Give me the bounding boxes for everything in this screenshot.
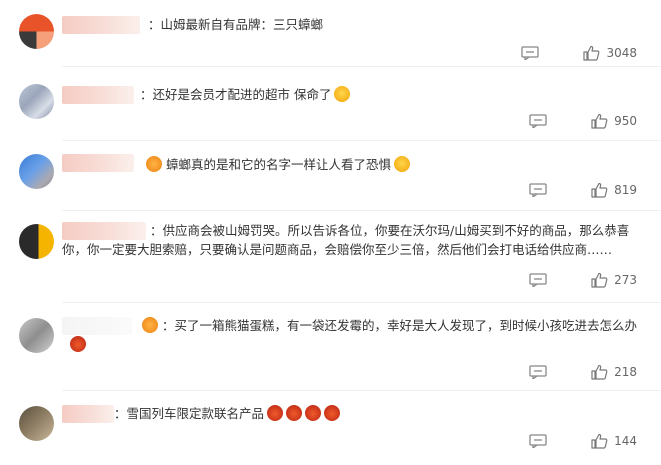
divider <box>62 302 661 303</box>
fire-emoji <box>267 405 284 421</box>
divider <box>62 140 661 141</box>
like-button[interactable]: 950 <box>591 113 637 129</box>
thumbs-up-icon <box>583 45 600 61</box>
comment-text: ：还好是会员才配进的超市 保命了 <box>140 85 637 104</box>
comment-item: ：山姆最新自有品牌：三只蟑螂 3048 <box>0 12 661 68</box>
avatar[interactable] <box>19 406 54 441</box>
username-blurred[interactable] <box>62 16 140 34</box>
thumbs-up-icon <box>591 272 608 288</box>
comment-item: 蟑螂真的是和它的名字一样让人看了恐惧 819 <box>0 152 661 211</box>
avatar[interactable] <box>19 224 54 259</box>
username-blurred[interactable] <box>62 405 114 423</box>
comment-list: ：山姆最新自有品牌：三只蟑螂 3048 ：还好是会员才配进的超市 保命了 950… <box>0 0 661 465</box>
comment-item: ：买了一箱熊猫蛋糕，有一袋还发霉的，幸好是大人发现了，到时候小孩吃进去怎么办 2… <box>0 314 661 391</box>
comment-text: ：供应商会被山姆罚哭。所以告诉各位，你要在沃尔玛/山姆买到不好的商品，那么恭喜你… <box>62 223 630 257</box>
avatar[interactable] <box>19 318 54 353</box>
comment-icon[interactable] <box>529 183 547 197</box>
comment-actions: 144 <box>529 431 637 451</box>
divider <box>62 210 661 211</box>
angry-emoji <box>70 336 86 352</box>
comment-actions: 950 <box>529 111 637 131</box>
comment-icon[interactable] <box>529 114 547 128</box>
cry-emoji <box>334 86 351 102</box>
like-button[interactable]: 3048 <box>583 45 637 61</box>
avatar[interactable] <box>19 84 54 119</box>
thumbs-up-icon <box>591 113 608 129</box>
comment-item: ：还好是会员才配进的超市 保命了 950 <box>0 82 661 142</box>
fire-emoji <box>305 405 322 421</box>
comment-actions: 273 <box>529 270 637 290</box>
fire-emoji <box>286 405 303 421</box>
like-button[interactable]: 218 <box>591 364 637 380</box>
comment-item: ：雪国列车限定款联名产品 144 <box>0 402 661 462</box>
comment-icon[interactable] <box>521 46 540 60</box>
username-blurred[interactable] <box>62 317 132 335</box>
divider <box>62 66 661 67</box>
badge-icon <box>142 317 158 333</box>
comment-actions: 819 <box>529 180 637 200</box>
like-count: 144 <box>614 434 637 448</box>
comment-actions: 218 <box>529 362 637 382</box>
thumbs-up-icon <box>591 433 608 449</box>
like-button[interactable]: 273 <box>591 272 637 288</box>
like-count: 3048 <box>606 46 637 60</box>
like-button[interactable]: 144 <box>591 433 637 449</box>
thumbs-up-icon <box>591 182 608 198</box>
like-count: 273 <box>614 273 637 287</box>
like-count: 819 <box>614 183 637 197</box>
comment-icon[interactable] <box>529 434 547 448</box>
comment-text: 蟑螂真的是和它的名字一样让人看了恐惧 <box>146 155 637 174</box>
comment-actions: 3048 <box>521 43 637 63</box>
comment-text: ：雪国列车限定款联名产品 <box>114 404 637 423</box>
like-count: 950 <box>614 114 637 128</box>
comment-item: ：供应商会被山姆罚哭。所以告诉各位，你要在沃尔玛/山姆买到不好的商品，那么恭喜你… <box>0 222 661 303</box>
avatar[interactable] <box>19 154 54 189</box>
comment-text: ：山姆最新自有品牌：三只蟑螂 <box>148 17 324 32</box>
username-blurred[interactable] <box>62 86 134 104</box>
thumbs-up-icon <box>591 364 608 380</box>
cry-emoji <box>394 156 411 172</box>
username-blurred[interactable] <box>62 154 134 172</box>
like-button[interactable]: 819 <box>591 182 637 198</box>
comment-icon[interactable] <box>529 273 547 287</box>
like-count: 218 <box>614 365 637 379</box>
comment-icon[interactable] <box>529 365 547 379</box>
badge-icon <box>146 156 162 172</box>
divider <box>62 390 661 391</box>
comment-text: ：买了一箱熊猫蛋糕，有一袋还发霉的，幸好是大人发现了，到时候小孩吃进去怎么办 <box>142 316 637 335</box>
fire-emoji <box>324 405 341 421</box>
avatar[interactable] <box>19 14 54 49</box>
